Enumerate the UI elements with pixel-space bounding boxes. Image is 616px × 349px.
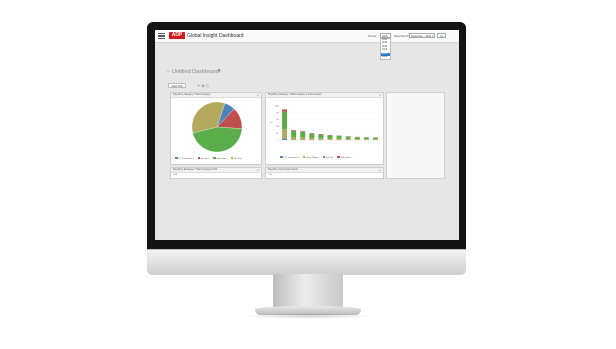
- app-title: Global Insight Dashboard: [187, 32, 244, 39]
- bar-segment[interactable]: [282, 129, 288, 139]
- bar-segment[interactable]: [291, 130, 297, 131]
- alert-icon[interactable]: ⚐: [166, 69, 170, 75]
- bar-segment[interactable]: [345, 136, 351, 139]
- axis-value: 1.4k: [268, 174, 272, 176]
- month-select[interactable]: September - 2015 ▾: [409, 32, 435, 38]
- tab-tools: ＋ ⚙ ⓘ: [197, 84, 209, 89]
- panel-title: Payroll by Cost Center Detail: [266, 168, 383, 173]
- legend-label: Net Pay: [325, 156, 334, 159]
- legend-label: Bonuses: [201, 157, 210, 160]
- legend-label: Deductions: [340, 156, 351, 159]
- axis-value: 100k: [173, 174, 178, 176]
- dashboard-title[interactable]: Untitled Dashboard: [172, 69, 219, 75]
- legend-swatch: [322, 156, 326, 158]
- bar-legend: OT Contributions Gross Wages Net Pay Deduct…: [280, 156, 355, 159]
- bar-segment[interactable]: [318, 138, 324, 140]
- bar-segment[interactable]: [372, 139, 378, 140]
- monitor-stand-neck: [273, 274, 343, 308]
- bar-segment[interactable]: [327, 135, 333, 139]
- bar-segment[interactable]: [309, 138, 315, 140]
- y-tick-label: 0: [278, 140, 279, 142]
- legend-item: Deductions: [337, 156, 351, 159]
- y-tick-label: 1000: [275, 106, 279, 108]
- legend-label: OT Contributions: [283, 156, 299, 159]
- legend-item: OT Contributions: [175, 157, 194, 160]
- bar-chart: 0 200 400 600 800 1000 Cost: [269, 106, 380, 142]
- monitor-chin: [147, 249, 466, 275]
- period-dropdown-list: 2011 2012 2013 2014 2015 2016: [380, 38, 391, 61]
- bar-segment[interactable]: [354, 139, 360, 140]
- cost-center-detail-panel: Payroll by Cost Center Detail ✕ 1.4k: [265, 167, 384, 179]
- legend-swatch: [230, 157, 234, 159]
- bar-segment[interactable]: [300, 131, 306, 138]
- screen: ADP Global Insight Dashboard Period 2015…: [155, 30, 459, 240]
- bar-segment[interactable]: [345, 138, 351, 140]
- legend-item: Gross Wages: [302, 156, 319, 159]
- month-label: Date Month: [394, 33, 409, 38]
- bar-segment[interactable]: [363, 139, 369, 140]
- bar-segment[interactable]: [282, 138, 288, 140]
- bar-segment[interactable]: [336, 135, 342, 139]
- y-tick-label: 400: [276, 126, 279, 128]
- bar-segment[interactable]: [363, 137, 369, 140]
- close-icon[interactable]: ✕: [257, 168, 259, 173]
- tab-new-tab[interactable]: New Tab: [168, 83, 186, 88]
- settings-icon[interactable]: ⚙: [201, 84, 204, 88]
- bar-segment[interactable]: [291, 130, 297, 137]
- monitor-shadow: [240, 313, 376, 319]
- star-icon[interactable]: ★: [217, 68, 221, 74]
- bar-segment[interactable]: [300, 131, 306, 132]
- bar-segment[interactable]: [372, 137, 378, 140]
- bar-segment[interactable]: [309, 133, 315, 134]
- legend-item: Bonuses: [197, 157, 210, 160]
- bar-segment[interactable]: [318, 134, 324, 139]
- bar-segment[interactable]: [300, 137, 306, 140]
- hamburger-menu-icon[interactable]: [158, 33, 165, 40]
- legend-swatch: [197, 157, 201, 159]
- info-icon[interactable]: ⓘ: [206, 84, 210, 88]
- legend-item: OT Contributions: [280, 156, 299, 159]
- app-header: ADP Global Insight Dashboard Period 2015…: [155, 30, 459, 61]
- bar-segment[interactable]: [318, 134, 324, 135]
- legend-item: Net Pay: [230, 157, 242, 160]
- legend-label: Net Pay: [233, 157, 242, 160]
- add-tab-icon[interactable]: ＋: [197, 84, 201, 88]
- bar-segment[interactable]: [282, 109, 288, 112]
- bar-segment[interactable]: [336, 138, 342, 140]
- bar-segment[interactable]: [327, 138, 333, 140]
- pie-legend: OT Contributions Bonuses Deductions Net Pay: [175, 157, 245, 160]
- employee-profit-panel: Payroll by Employee / Total Company Prof…: [170, 167, 262, 179]
- panel-title: Payroll by Employee / Total Company Prof…: [171, 168, 261, 173]
- go-button[interactable]: Go: [437, 32, 446, 38]
- legend-item: Deductions: [213, 157, 227, 160]
- legend-label: Gross Wages: [306, 156, 319, 159]
- bar-segment[interactable]: [291, 136, 297, 140]
- legend-label: OT Contributions: [178, 157, 194, 160]
- empty-panel-area: [386, 92, 445, 179]
- pie-chart: [191, 101, 243, 153]
- legend-swatch: [302, 156, 306, 158]
- close-icon[interactable]: ✕: [379, 168, 381, 173]
- bar-segment[interactable]: [309, 133, 315, 139]
- pie-chart-panel: Payroll by Category / Total Company ✕ OT…: [170, 92, 262, 165]
- bar-segment[interactable]: [282, 111, 288, 130]
- legend-label: Deductions: [216, 157, 227, 160]
- y-tick-label: 600: [276, 119, 279, 121]
- y-axis-title: Cost: [269, 121, 273, 124]
- adp-logo: ADP: [169, 32, 185, 39]
- bar-chart-panel: Payroll by Category / Total Company & Co…: [265, 92, 384, 165]
- bar-segment[interactable]: [354, 137, 360, 140]
- period-option[interactable]: 2016: [381, 56, 390, 59]
- period-label: Period: [368, 33, 377, 38]
- legend-item: Net Pay: [322, 156, 334, 159]
- y-tick-label: 800: [276, 112, 279, 114]
- period-select[interactable]: 2015: [380, 32, 391, 38]
- y-tick-label: 200: [276, 133, 279, 135]
